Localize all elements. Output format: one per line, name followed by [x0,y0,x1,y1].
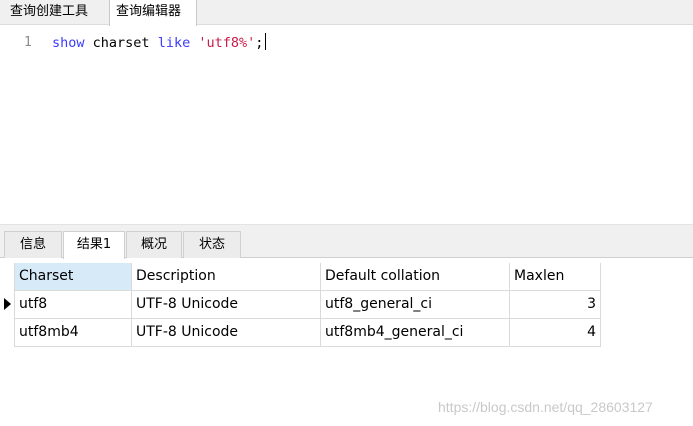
watermark: https://blog.csdn.net/qq_28603127 [438,399,653,415]
table-cell[interactable]: utf8mb4 [15,319,132,347]
identifier-charset: charset [92,35,150,51]
string-literal: 'utf8%' [198,35,256,51]
column-header-charset[interactable]: Charset [15,263,132,291]
result-tab-bar: 信息 结果1 概况 状态 [0,230,693,259]
query-editor[interactable]: 1 show charset like 'utf8%'; [0,26,693,224]
top-tab-bar: 查询创建工具 查询编辑器 [0,0,693,26]
code-line[interactable]: show charset like 'utf8%'; [52,33,267,51]
tab-query-builder[interactable]: 查询创建工具 [4,0,108,25]
table-cell[interactable]: utf8mb4_general_ci [321,319,510,347]
semicolon: ; [255,35,264,51]
table-cell[interactable]: 4 [510,319,601,347]
line-number: 1 [24,35,32,50]
tab-profile[interactable]: 概况 [126,231,182,258]
keyword-show: show [52,35,85,51]
keyword-like: like [157,35,191,51]
column-header-default-collation[interactable]: Default collation [321,263,510,291]
column-header-maxlen[interactable]: Maxlen [510,263,601,291]
tab-info[interactable]: 信息 [4,231,62,258]
current-row-arrow-icon [4,298,11,310]
column-header-description[interactable]: Description [132,263,321,291]
tab-result-1[interactable]: 结果1 [63,231,125,259]
tab-query-editor[interactable]: 查询编辑器 [109,0,197,26]
line-number-gutter: 1 [0,26,44,224]
text-caret [265,33,267,50]
table-cell[interactable]: 3 [510,291,601,319]
table-cell[interactable]: utf8 [15,291,132,319]
table-cell[interactable]: UTF-8 Unicode [132,291,321,319]
table-cell[interactable]: UTF-8 Unicode [132,319,321,347]
tab-status[interactable]: 状态 [183,231,241,258]
table-cell[interactable]: utf8_general_ci [321,291,510,319]
